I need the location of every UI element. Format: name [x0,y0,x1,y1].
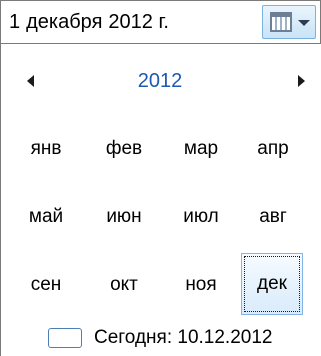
month-jan[interactable]: янв [17,120,75,178]
calendar-year-title[interactable]: 2012 [110,66,210,96]
month-apr[interactable]: апр [244,120,302,178]
month-nov[interactable]: ноя [172,256,230,314]
month-mar[interactable]: мар [172,120,230,178]
next-year-arrow-icon[interactable] [298,75,305,87]
date-day[interactable]: 1 [9,11,20,33]
previous-year-arrow-icon[interactable] [27,75,34,87]
month-feb[interactable]: фев [95,120,153,178]
date-year[interactable]: 2012 г. [108,11,168,33]
today-indicator-icon[interactable] [48,328,82,348]
chevron-down-icon [298,20,310,26]
month-aug[interactable]: авг [244,188,302,246]
month-oct[interactable]: окт [95,256,153,314]
date-picker-field[interactable]: 1 декабря 2012 г. [0,0,321,44]
today-link[interactable]: Сегодня: 10.12.2012 [94,324,272,352]
date-month[interactable]: декабря [26,11,102,33]
month-jul[interactable]: июл [172,188,230,246]
month-may[interactable]: май [17,188,75,246]
month-dec-selected[interactable]: дек [241,253,303,315]
month-jun[interactable]: июн [95,188,153,246]
calendar-dropdown-button[interactable] [262,5,316,39]
calendar-icon [270,12,292,32]
month-sep[interactable]: сен [17,256,75,314]
date-value[interactable]: 1 декабря 2012 г. [9,1,175,43]
